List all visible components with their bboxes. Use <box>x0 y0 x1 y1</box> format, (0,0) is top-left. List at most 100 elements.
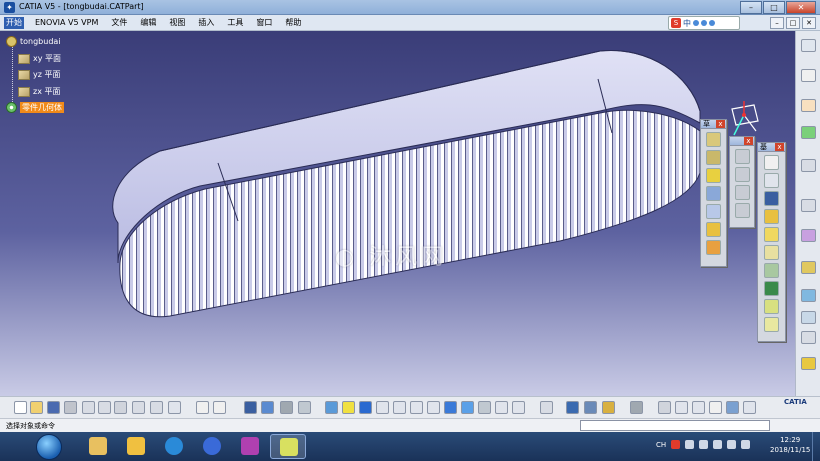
toolbar-close-button[interactable]: x <box>744 137 753 145</box>
pocket-icon[interactable] <box>706 150 721 165</box>
tree-item-body[interactable]: 零件几何体 <box>6 102 64 113</box>
3d-viewport[interactable]: ◐ 沐风网 y <box>0 31 795 396</box>
redo-icon[interactable] <box>150 401 163 414</box>
shell-icon[interactable] <box>734 203 750 218</box>
measure-item-icon[interactable] <box>584 401 597 414</box>
mirror-icon[interactable] <box>764 191 779 206</box>
doc-minimize-button[interactable]: – <box>770 17 784 29</box>
menu-enovia[interactable]: ENOVIA V5 VPM <box>33 17 100 29</box>
reference-point-icon[interactable] <box>801 199 816 212</box>
hide-show-icon[interactable] <box>478 401 491 414</box>
paste-icon[interactable] <box>114 401 127 414</box>
taskbar-app-2[interactable] <box>118 434 154 459</box>
sketch-analysis-icon[interactable] <box>726 401 739 414</box>
cut-icon[interactable] <box>82 401 95 414</box>
show-desktop-button[interactable] <box>812 432 820 461</box>
analysis-icon[interactable] <box>801 331 816 344</box>
whats-this-icon[interactable] <box>168 401 181 414</box>
toolbar-close-button[interactable]: x <box>775 143 784 151</box>
toolbar-close-button[interactable]: x <box>716 120 725 128</box>
pad-icon[interactable] <box>706 132 721 147</box>
update-all-icon[interactable] <box>540 401 553 414</box>
open-icon[interactable] <box>30 401 43 414</box>
close-surface-icon[interactable] <box>764 281 779 296</box>
tree-item-yz-plane[interactable]: yz 平面 <box>18 69 60 80</box>
print-icon[interactable] <box>64 401 77 414</box>
iso-view-icon[interactable] <box>444 401 457 414</box>
tree-root[interactable]: tongbudai <box>6 36 61 47</box>
thick-surface-icon[interactable] <box>764 263 779 278</box>
new-icon[interactable] <box>14 401 27 414</box>
knowledge-icon[interactable] <box>743 401 756 414</box>
network-icon[interactable] <box>727 440 737 449</box>
copy-icon[interactable] <box>98 401 111 414</box>
workbench-icon[interactable] <box>801 39 816 52</box>
apply-material-icon[interactable] <box>602 401 615 414</box>
volume-icon[interactable] <box>741 440 751 449</box>
update-icon[interactable] <box>801 126 816 139</box>
measure-between-icon[interactable] <box>566 401 579 414</box>
formula-icon[interactable] <box>196 401 209 414</box>
zoom-in-icon[interactable] <box>393 401 406 414</box>
sketch-based-toolbar[interactable]: 草x <box>700 119 727 267</box>
rotate-icon[interactable] <box>764 173 779 188</box>
split-icon[interactable] <box>764 245 779 260</box>
dress-up-toolbar[interactable]: x <box>729 136 755 228</box>
material-icon[interactable] <box>801 357 816 370</box>
swap-space-icon[interactable] <box>495 401 508 414</box>
constraint-tool-icon[interactable] <box>658 401 671 414</box>
taskbar-browser[interactable] <box>156 434 192 459</box>
shading-icon[interactable] <box>461 401 474 414</box>
menu-file[interactable]: 文件 <box>109 17 129 29</box>
shaft-icon[interactable] <box>706 168 721 183</box>
menu-window[interactable]: 窗口 <box>254 17 274 29</box>
catalog-icon[interactable] <box>298 401 311 414</box>
select-icon[interactable] <box>801 99 816 112</box>
axis-toolbar-icon[interactable] <box>692 401 705 414</box>
taskbar-catia-launcher[interactable] <box>232 434 268 459</box>
menu-start[interactable]: 开始 <box>4 17 24 29</box>
tray-icon[interactable] <box>685 440 695 449</box>
tray-language[interactable]: CH <box>656 441 666 449</box>
doc-restore-button[interactable]: □ <box>786 17 800 29</box>
stiffener-icon[interactable] <box>706 222 721 237</box>
sew-surface-icon[interactable] <box>764 299 779 314</box>
clock[interactable]: 12:29 2018/11/15 <box>770 435 810 455</box>
render-style-icon[interactable] <box>512 401 525 414</box>
normal-view-icon[interactable] <box>427 401 440 414</box>
grid-icon[interactable] <box>801 311 816 324</box>
timing-belt-model[interactable] <box>0 31 795 396</box>
ime-toolbar[interactable]: S 中 <box>668 16 740 30</box>
tray-icon[interactable] <box>699 440 709 449</box>
boolean-icon[interactable] <box>764 317 779 332</box>
table-icon[interactable] <box>244 401 257 414</box>
tree-expand-icon[interactable] <box>261 401 274 414</box>
sketcher-icon[interactable] <box>801 69 816 82</box>
compass-icon[interactable] <box>724 99 764 141</box>
close-button[interactable]: ✕ <box>786 1 816 14</box>
power-input-icon[interactable] <box>675 401 688 414</box>
axis-system-icon[interactable] <box>801 289 816 302</box>
comment-icon[interactable] <box>213 401 226 414</box>
draft-icon[interactable] <box>734 185 750 200</box>
tree-item-xy-plane[interactable]: xy 平面 <box>18 53 61 64</box>
menu-edit[interactable]: 编辑 <box>138 17 158 29</box>
undo-icon[interactable] <box>132 401 145 414</box>
save-icon[interactable] <box>47 401 60 414</box>
menu-tools[interactable]: 工具 <box>225 17 245 29</box>
translate-icon[interactable] <box>764 155 779 170</box>
zoom-out-icon[interactable] <box>410 401 423 414</box>
tray-icon[interactable] <box>713 440 723 449</box>
camera-icon[interactable] <box>630 401 643 414</box>
menu-insert[interactable]: 插入 <box>196 17 216 29</box>
pattern-icon[interactable] <box>764 209 779 224</box>
sogou-tray-icon[interactable] <box>671 440 681 449</box>
taskbar-explorer[interactable] <box>80 434 116 459</box>
measure-icon[interactable] <box>801 261 816 274</box>
chamfer-icon[interactable] <box>734 167 750 182</box>
minimize-button[interactable]: – <box>740 1 762 14</box>
rib-icon[interactable] <box>706 186 721 201</box>
tree-item-zx-plane[interactable]: zx 平面 <box>18 86 60 97</box>
command-input[interactable] <box>580 420 770 431</box>
fit-all-icon[interactable] <box>342 401 355 414</box>
